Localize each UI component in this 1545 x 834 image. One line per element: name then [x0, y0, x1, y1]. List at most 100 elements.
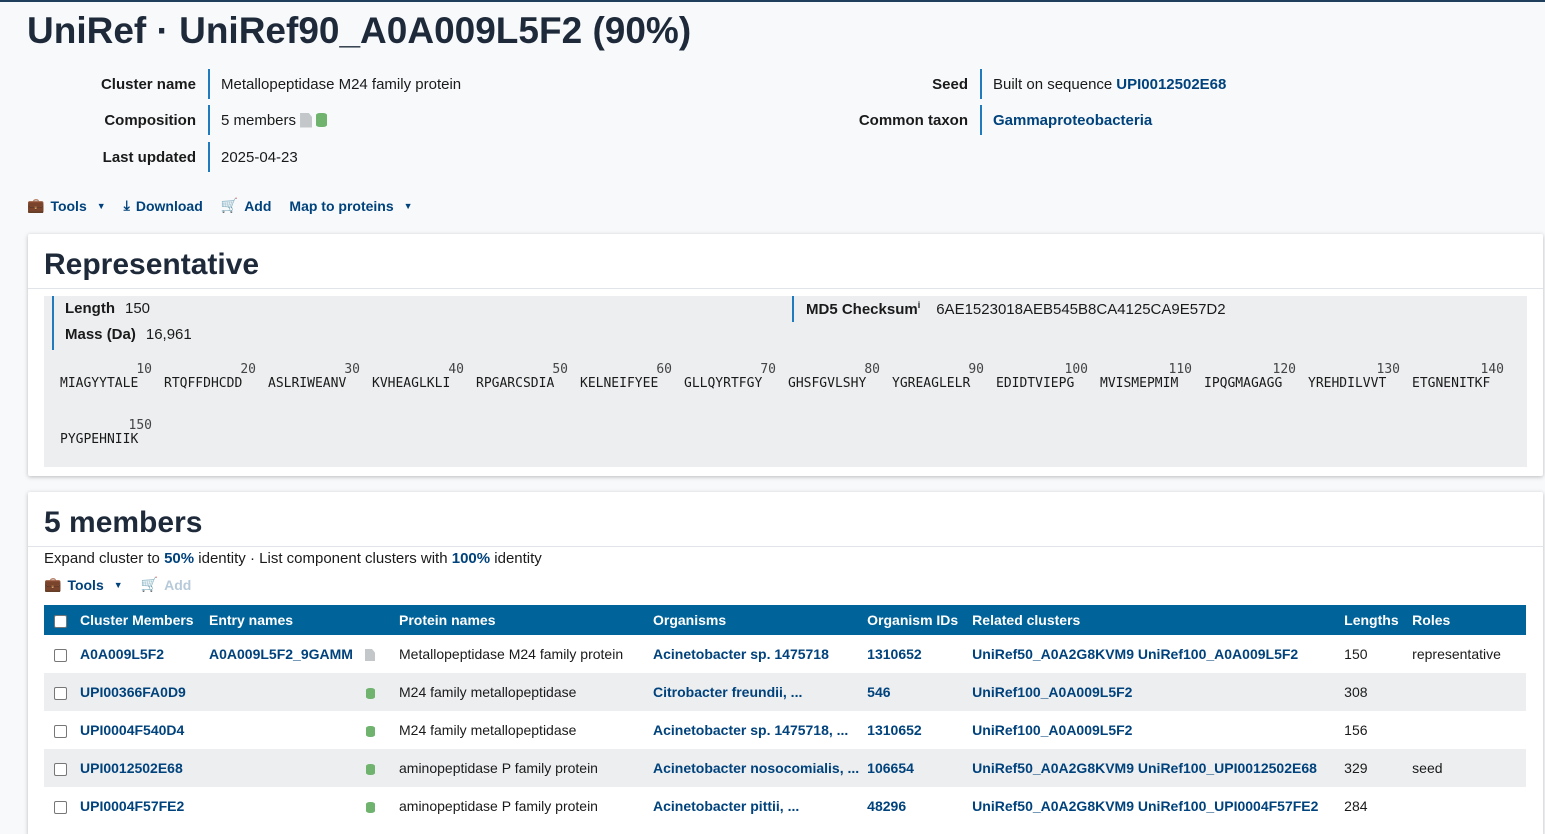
members-add-button[interactable]: 🛒 Add — [141, 576, 192, 593]
sequence-position: 50 — [552, 362, 568, 377]
expand-50-link[interactable]: 50% — [164, 550, 194, 567]
member-id-link[interactable]: A0A009L5F2 — [80, 646, 164, 662]
divider — [980, 105, 982, 135]
member-id-cell: UPI0004F57FE2 — [72, 787, 201, 825]
length-cell: 329 — [1336, 749, 1405, 787]
database-icon — [366, 764, 375, 775]
sequence-position: 110 — [1168, 362, 1192, 377]
col-organism-ids[interactable]: Organism IDs — [859, 605, 965, 635]
common-taxon-link[interactable]: Gammaproteobacteria — [993, 112, 1152, 129]
organism-id-link[interactable]: 48296 — [867, 798, 906, 814]
organism-id-cell: 546 — [859, 673, 965, 711]
entry-name-cell — [201, 673, 391, 711]
length-cell: 308 — [1336, 673, 1405, 711]
sequence-chunk: 140 ETGNENITKF — [1412, 362, 1508, 391]
entry-type-icon — [366, 724, 375, 740]
organism-id-cell: 1310652 — [859, 635, 964, 673]
organism-link[interactable]: Acinetobacter sp. 1475718, ... — [653, 722, 848, 738]
organism-link[interactable]: Acinetobacter nosocomialis, ... — [653, 760, 859, 776]
member-id-link[interactable]: UPI0004F540D4 — [80, 722, 184, 738]
row-checkbox[interactable] — [54, 724, 67, 738]
info-icon[interactable]: i — [918, 300, 921, 310]
sequence-chunk: 30 ASLRIWEANV — [268, 362, 364, 391]
sequence-text: IPQGMAGAGG — [1204, 376, 1283, 391]
related-cluster-link[interactable]: UniRef50_A0A2G8KVM9 UniRef100_UPI0012502… — [972, 760, 1317, 776]
organism-id-link[interactable]: 1310652 — [867, 646, 922, 662]
col-related-clusters[interactable]: Related clusters — [964, 605, 1337, 635]
sequence-chunk: 70 GLLQYRTFGY — [684, 362, 780, 391]
sequence-position: 100 — [1064, 362, 1088, 377]
tools-button[interactable]: 💼 Tools ▼ — [27, 197, 106, 214]
entry-name-link[interactable]: A0A009L5F2_9GAMM — [209, 646, 353, 662]
related-clusters-cell: UniRef50_A0A2G8KVM9 UniRef100_A0A009L5F2 — [964, 635, 1336, 673]
organism-id-link[interactable]: 1310652 — [867, 722, 922, 738]
download-label: Download — [135, 197, 203, 214]
related-cluster-link[interactable]: UniRef100_A0A009L5F2 — [972, 684, 1132, 700]
organism-id-link[interactable]: 546 — [867, 684, 890, 700]
col-protein-names[interactable]: Protein names — [391, 605, 645, 635]
sequence-text: MIAGYYTALE — [60, 376, 139, 391]
related-cluster-link[interactable]: UniRef50_A0A2G8KVM9 UniRef100_UPI0004F57… — [972, 798, 1318, 814]
row-checkbox[interactable] — [54, 800, 67, 814]
info-composition: Composition 5 members — [8, 104, 328, 136]
sequence-text: GLLQYRTFGY — [684, 376, 763, 391]
organism-link[interactable]: Acinetobacter pittii, ... — [653, 798, 799, 814]
sequence-position: 60 — [656, 362, 672, 377]
map-label: Map to proteins — [289, 197, 394, 214]
expand-100-link[interactable]: 100% — [452, 550, 490, 567]
organism-cell: Citrobacter freundii, ... — [645, 673, 860, 711]
col-entry-names[interactable]: Entry names — [201, 605, 391, 635]
member-id-link[interactable]: UPI00366FA0D9 — [80, 684, 186, 700]
sequence-text: RTQFFDHCDD — [164, 376, 243, 391]
seed-prefix: Built on sequence — [993, 75, 1113, 93]
sequence-position: 30 — [344, 362, 360, 377]
sequence-position: 40 — [448, 362, 464, 377]
entry-name-cell — [201, 787, 391, 825]
download-button[interactable]: ⤓ Download — [124, 197, 203, 214]
toolbox-icon: 💼 — [44, 576, 62, 592]
map-to-proteins-button[interactable]: Map to proteins ▼ — [289, 198, 412, 214]
cluster-name-label: Cluster name — [100, 75, 196, 93]
length-cell: 284 — [1344, 798, 1368, 814]
add-label: Add — [244, 197, 272, 214]
related-clusters-cell: UniRef100_A0A009L5F2 — [964, 673, 1337, 711]
last-updated-value: 2025-04-23 — [221, 148, 298, 166]
col-organisms[interactable]: Organisms — [645, 605, 860, 635]
row-checkbox[interactable] — [54, 762, 67, 776]
sequence-chunk: 150 PYGPEHNIIK — [60, 418, 156, 447]
cluster-name-value: Metallopeptidase M24 family protein — [221, 75, 462, 93]
entry-name-cell: A0A009L5F2_9GAMM — [201, 635, 391, 673]
mass-value: 16,961 — [145, 326, 192, 343]
sequence-chunk: 110 MVISMEPMIM — [1100, 362, 1196, 391]
col-roles[interactable]: Roles — [1404, 605, 1526, 635]
row-checkbox[interactable] — [54, 648, 67, 662]
entry-name-cell — [201, 749, 391, 787]
select-all-checkbox[interactable] — [54, 614, 67, 628]
sequence-chunk: 20 RTQFFDHCDD — [164, 362, 260, 391]
seed-link[interactable]: UPI0012502E68 — [1116, 76, 1226, 93]
row-checkbox[interactable] — [54, 686, 67, 700]
col-lengths[interactable]: Lengths — [1336, 605, 1405, 635]
related-cluster-link[interactable]: UniRef100_A0A009L5F2 — [972, 722, 1132, 738]
organism-id-link[interactable]: 106654 — [867, 760, 914, 776]
divider — [208, 105, 210, 135]
members-add-label: Add — [164, 576, 192, 593]
member-id-link[interactable]: UPI0012502E68 — [80, 760, 183, 776]
sequence-text: PYGPEHNIIK — [60, 432, 139, 447]
col-cluster-members[interactable]: Cluster Members — [72, 605, 201, 635]
representative-title: Representative — [28, 234, 1543, 289]
sequence-position: 120 — [1272, 362, 1296, 377]
role-cell — [1404, 673, 1526, 711]
members-tools-button[interactable]: 💼 Tools ▼ — [44, 576, 123, 593]
organism-link[interactable]: Citrobacter freundii, ... — [653, 684, 802, 700]
add-button[interactable]: 🛒 Add — [221, 197, 272, 214]
md5-label: MD5 Checksumi — [806, 300, 920, 318]
member-id-link[interactable]: UPI0004F57FE2 — [80, 798, 184, 814]
members-title: 5 members — [28, 492, 1543, 547]
members-tools-label: Tools — [67, 576, 104, 593]
sequence-position: 10 — [136, 362, 152, 377]
organism-link[interactable]: Acinetobacter sp. 1475718 — [653, 646, 829, 662]
sequence-chunk: 100 EDIDTVIEPG — [996, 362, 1092, 391]
related-cluster-link[interactable]: UniRef50_A0A2G8KVM9 UniRef100_A0A009L5F2 — [972, 646, 1298, 662]
sequence-text: ASLRIWEANV — [268, 376, 347, 391]
